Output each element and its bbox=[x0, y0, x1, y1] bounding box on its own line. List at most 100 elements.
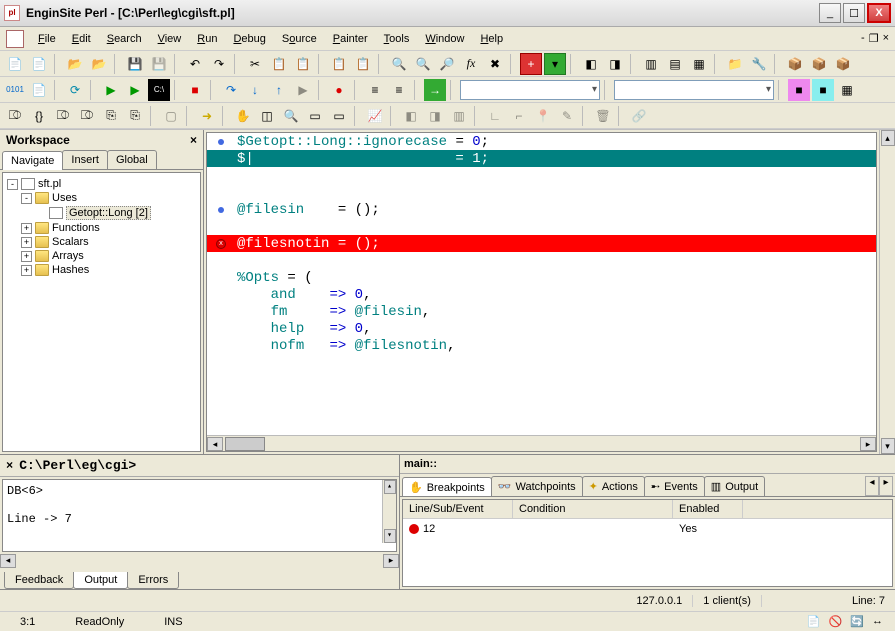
menu-painter[interactable]: Painter bbox=[325, 30, 376, 48]
outdent-icon[interactable]: ≡ bbox=[388, 79, 410, 101]
plus-icon[interactable]: + bbox=[520, 53, 542, 75]
stop-icon[interactable]: ■ bbox=[184, 79, 206, 101]
tab-insert[interactable]: Insert bbox=[62, 150, 108, 169]
tab-global[interactable]: Global bbox=[107, 150, 157, 169]
menu-search[interactable]: Search bbox=[99, 30, 150, 48]
code-line[interactable] bbox=[207, 218, 876, 235]
out-scroll-down-icon[interactable]: ▾ bbox=[384, 529, 396, 543]
tab-navigate[interactable]: Navigate bbox=[2, 151, 63, 170]
open-recent-icon[interactable]: 📂 bbox=[88, 53, 110, 75]
code-line[interactable]: @filesin = (); bbox=[207, 201, 876, 218]
combo-2[interactable] bbox=[614, 80, 774, 100]
save-icon[interactable]: 💾 bbox=[124, 53, 146, 75]
scroll-down-icon[interactable]: ▾ bbox=[881, 438, 895, 454]
minimize-button[interactable]: _ bbox=[819, 3, 841, 23]
pin-icon[interactable]: 📍 bbox=[532, 105, 554, 127]
block2-icon[interactable]: ⎄ bbox=[52, 105, 74, 127]
terminal-icon[interactable]: C:\ bbox=[148, 79, 170, 101]
paste3-icon[interactable]: 📋 bbox=[352, 53, 374, 75]
workspace-close-icon[interactable]: × bbox=[190, 133, 197, 147]
code-line[interactable]: ▶$| = 1; bbox=[207, 150, 876, 167]
menu-tools[interactable]: Tools bbox=[376, 30, 418, 48]
run2-icon[interactable]: ▶ bbox=[124, 79, 146, 101]
chart-icon[interactable]: 📈 bbox=[364, 105, 386, 127]
block3-icon[interactable]: ⎄ bbox=[76, 105, 98, 127]
split-v-icon[interactable]: ▤ bbox=[664, 53, 686, 75]
collapse-icon[interactable]: - bbox=[21, 193, 32, 204]
tab-watchpoints[interactable]: 👓Watchpoints bbox=[491, 476, 583, 496]
grid3-icon[interactable]: ▥ bbox=[448, 105, 470, 127]
copy-icon[interactable]: 📋 bbox=[268, 53, 290, 75]
wrench-icon[interactable]: 🔧 bbox=[748, 53, 770, 75]
tab-feedback[interactable]: Feedback bbox=[4, 572, 74, 589]
code-line[interactable]: and => 0, bbox=[207, 286, 876, 303]
menu-edit[interactable]: Edit bbox=[64, 30, 99, 48]
scroll-thumb[interactable] bbox=[225, 437, 265, 451]
link-icon[interactable]: 🔗 bbox=[628, 105, 650, 127]
color3-icon[interactable]: ▦ bbox=[836, 79, 858, 101]
code-line[interactable] bbox=[207, 184, 876, 201]
tab-errors[interactable]: Errors bbox=[127, 572, 179, 589]
scroll-right-icon[interactable]: ▸ bbox=[860, 437, 876, 451]
step-into-icon[interactable]: ↓ bbox=[244, 79, 266, 101]
paste2-icon[interactable]: 📋 bbox=[328, 53, 350, 75]
zoom-out-icon[interactable]: 🔍 bbox=[412, 53, 434, 75]
editor-vscroll[interactable]: ▴ ▾ bbox=[879, 130, 895, 454]
out-scroll-right-icon[interactable]: ▸ bbox=[383, 554, 399, 568]
redo-icon[interactable]: ↷ bbox=[208, 53, 230, 75]
step-over-icon[interactable]: ↷ bbox=[220, 79, 242, 101]
folder2-icon[interactable]: 📁 bbox=[724, 53, 746, 75]
brace-icon[interactable]: {} bbox=[28, 105, 50, 127]
output-content[interactable]: ▴ ▾ DB<6> Line -> 7 bbox=[2, 479, 397, 552]
cube2-icon[interactable]: 📦 bbox=[808, 53, 830, 75]
cut-icon[interactable]: ✂ bbox=[244, 53, 266, 75]
run-icon[interactable]: ▶ bbox=[100, 79, 122, 101]
indent-icon[interactable]: ≡ bbox=[364, 79, 386, 101]
col-enabled[interactable]: Enabled bbox=[673, 500, 743, 518]
code-line[interactable] bbox=[207, 167, 876, 184]
undo-icon[interactable]: ↶ bbox=[184, 53, 206, 75]
tree-root[interactable]: - sft.pl bbox=[7, 177, 196, 191]
code-line[interactable]: %Opts = ( bbox=[207, 269, 876, 286]
tabnav-right-icon[interactable]: ▸ bbox=[879, 476, 893, 496]
zoom2-icon[interactable]: 🔍 bbox=[280, 105, 302, 127]
combo-1[interactable] bbox=[460, 80, 600, 100]
expand-icon[interactable]: + bbox=[21, 223, 32, 234]
maximize-button[interactable]: ☐ bbox=[843, 3, 865, 23]
gutter[interactable] bbox=[207, 139, 235, 145]
tabnav-left-icon[interactable]: ◂ bbox=[865, 476, 879, 496]
tree-arrays[interactable]: + Arrays bbox=[7, 249, 196, 263]
edit-icon[interactable]: ✎ bbox=[556, 105, 578, 127]
split-icon[interactable]: ▦ bbox=[688, 53, 710, 75]
expand-icon[interactable]: + bbox=[21, 237, 32, 248]
editor-hscroll[interactable]: ◂ ▸ bbox=[207, 435, 876, 451]
marquee-icon[interactable]: ◫ bbox=[256, 105, 278, 127]
breakpoint-row[interactable]: 12 Yes bbox=[403, 519, 892, 539]
code-line[interactable]: nofm => @filesnotin, bbox=[207, 337, 876, 354]
gutter[interactable]: x bbox=[207, 239, 235, 249]
out-scroll-up-icon[interactable]: ▴ bbox=[384, 480, 396, 494]
status-icon-2[interactable]: 🚫 bbox=[829, 615, 843, 628]
status-icon-3[interactable]: 🔄 bbox=[850, 615, 864, 628]
menu-window[interactable]: Window bbox=[417, 30, 472, 48]
tab-dbg-output[interactable]: ▥Output bbox=[704, 476, 765, 496]
cube-icon[interactable]: 📦 bbox=[784, 53, 806, 75]
expand-icon[interactable]: + bbox=[21, 251, 32, 262]
save-all-icon[interactable]: 💾 bbox=[148, 53, 170, 75]
toggle-icon[interactable]: ◧ bbox=[580, 53, 602, 75]
goto-icon[interactable]: → bbox=[424, 79, 446, 101]
angle-icon[interactable]: ∟ bbox=[484, 105, 506, 127]
menu-run[interactable]: Run bbox=[189, 30, 225, 48]
col-line[interactable]: Line/Sub/Event bbox=[403, 500, 513, 518]
grid1-icon[interactable]: ◧ bbox=[400, 105, 422, 127]
code-line[interactable]: x@filesnotin = (); bbox=[207, 235, 876, 252]
new-icon[interactable]: 📄 bbox=[4, 53, 26, 75]
zoom-in-icon[interactable]: 🔍 bbox=[388, 53, 410, 75]
status-icon-4[interactable]: ↔ bbox=[872, 615, 883, 628]
menu-file[interactable]: File bbox=[30, 30, 64, 48]
tab-breakpoints[interactable]: ✋Breakpoints bbox=[402, 477, 492, 497]
reload-icon[interactable]: ⟳ bbox=[64, 79, 86, 101]
close-button[interactable]: X bbox=[867, 3, 891, 23]
grid2-icon[interactable]: ◨ bbox=[424, 105, 446, 127]
gutter[interactable]: ▶ bbox=[207, 152, 235, 166]
